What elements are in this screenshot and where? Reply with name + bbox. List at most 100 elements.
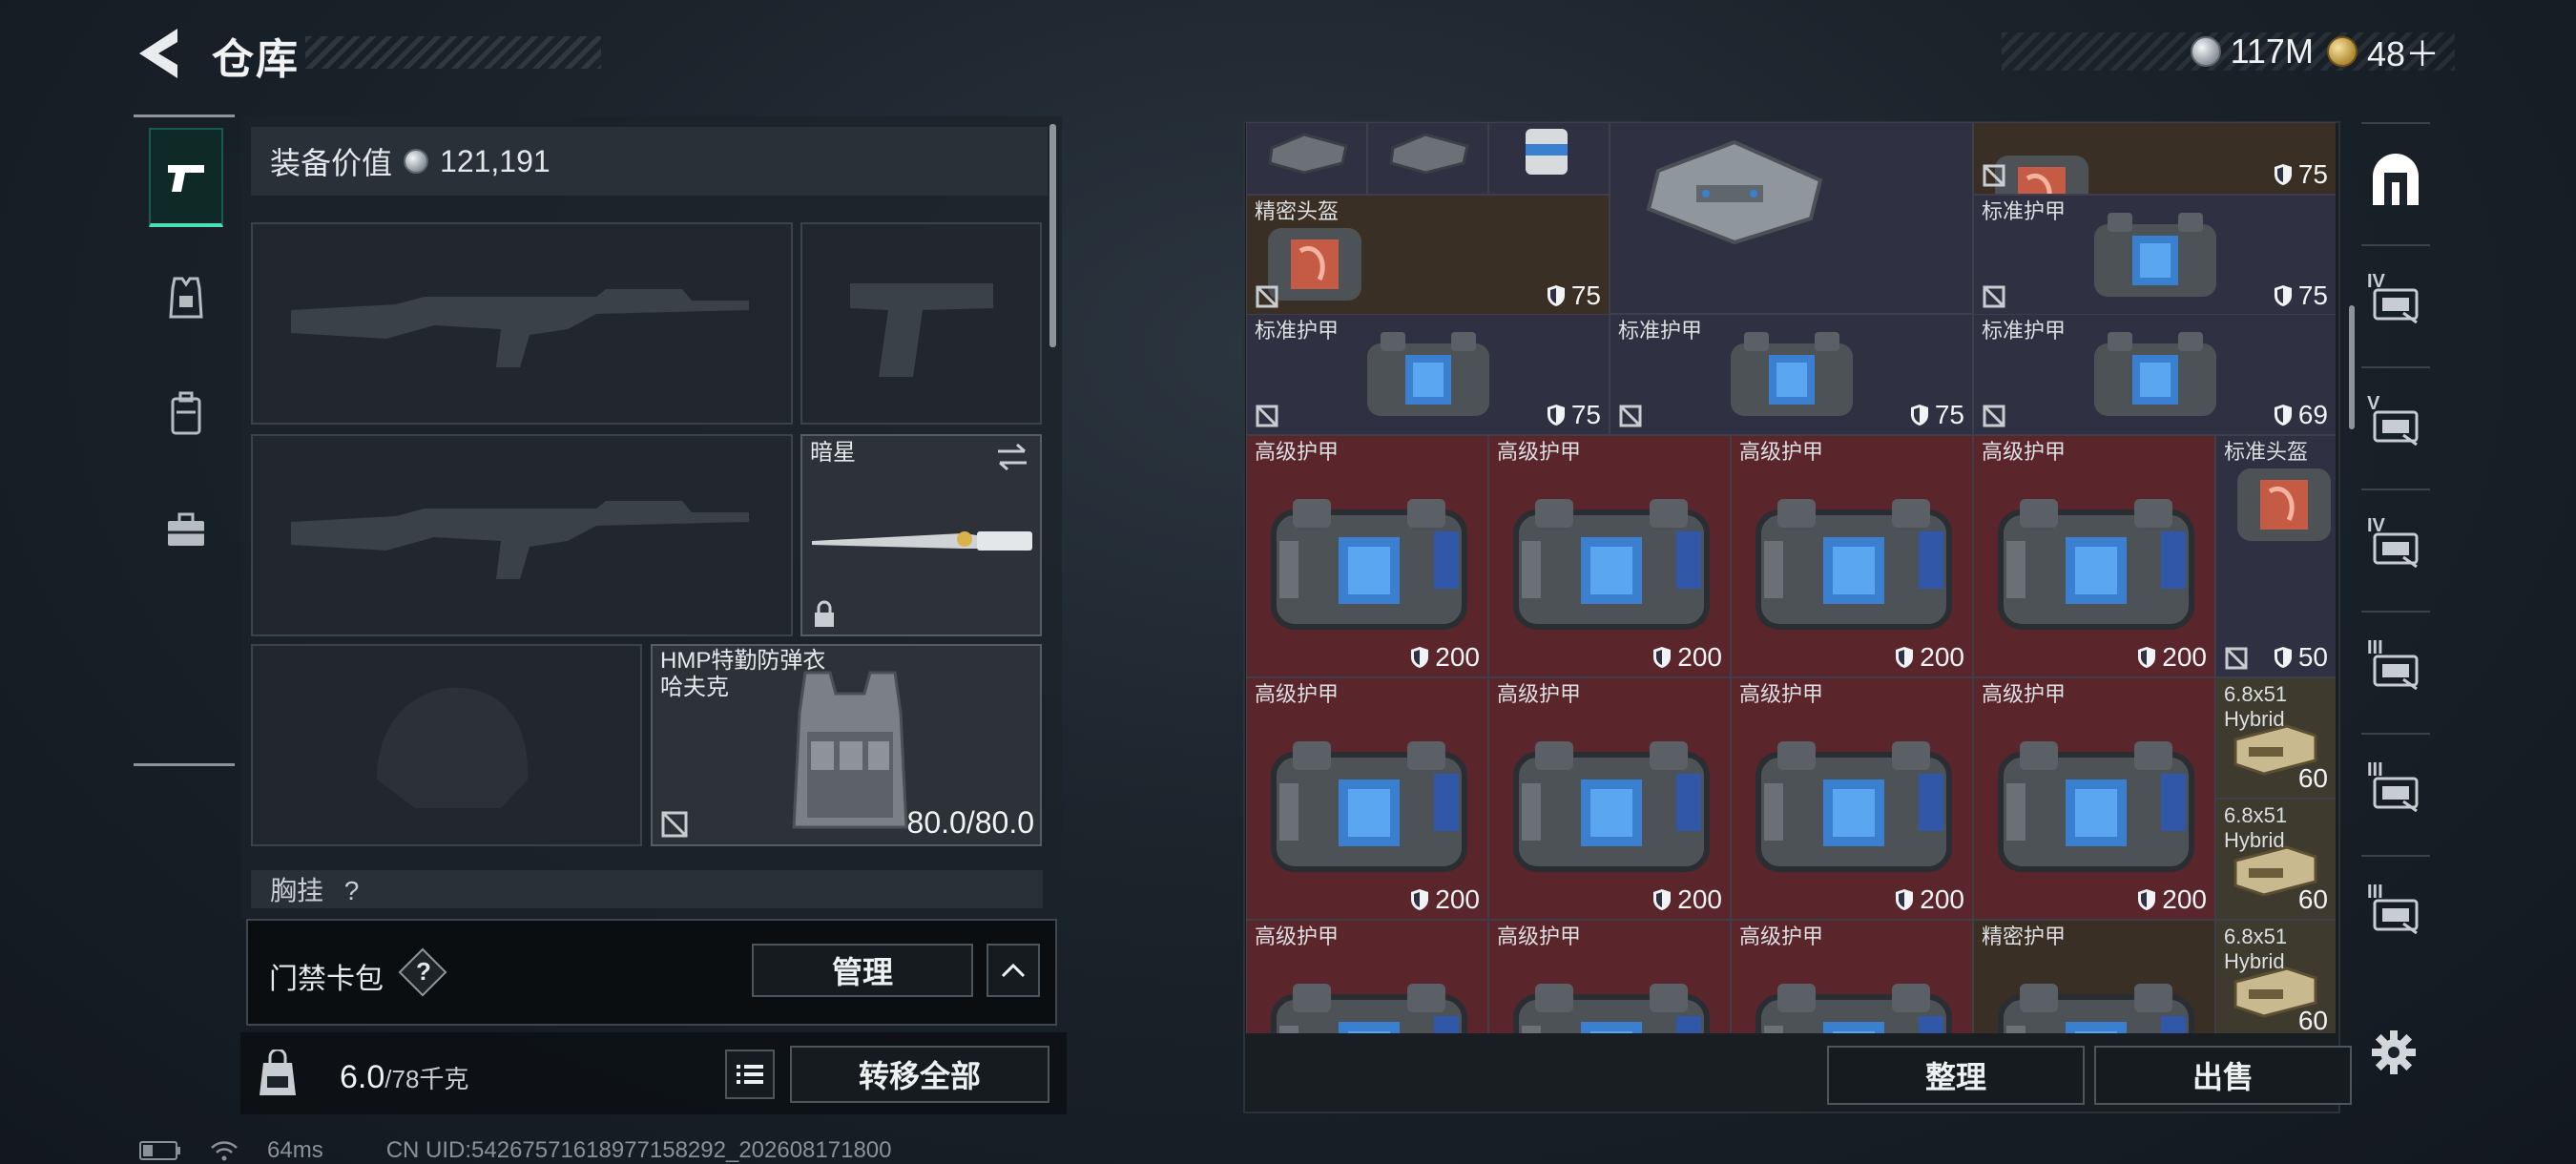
stash-item[interactable]: 高级护甲 200 — [1246, 434, 1488, 677]
stash-item[interactable] — [1367, 122, 1488, 196]
advanced-armor-icon — [1998, 498, 2194, 630]
item-name: 标准护甲 — [1618, 318, 1703, 343]
container-tab[interactable]: III — [2361, 733, 2430, 847]
item-durability: 50 — [2274, 642, 2328, 673]
container-tab[interactable] — [2361, 122, 2430, 237]
item-durability: 75 — [1910, 400, 1964, 430]
uninsured-icon — [2225, 647, 2248, 670]
help-icon-glyph: ? — [416, 957, 431, 986]
uninsured-icon — [661, 811, 688, 838]
stash-item[interactable]: 精密头盔 75 — [1246, 195, 1610, 317]
tab-level: IV — [2367, 271, 2385, 292]
primary-weapon-slot[interactable] — [251, 222, 793, 425]
manage-button[interactable]: 管理 — [752, 944, 973, 997]
stash-item[interactable]: 6.8x51 Hybrid 60 — [2215, 676, 2336, 799]
stash-item[interactable]: 高级护甲 — [1246, 919, 1488, 1033]
collapse-button[interactable] — [987, 944, 1040, 997]
item-name: 精密护甲 — [1982, 924, 2067, 948]
stash-item[interactable]: 高级护甲 200 — [1246, 676, 1488, 920]
container-tab[interactable]: III — [2361, 855, 2430, 969]
item-name: 高级护甲 — [1739, 439, 1824, 464]
stash-item[interactable]: 高级护甲 200 — [1973, 434, 2215, 677]
body-armor-slot[interactable]: HMP特勤防弹衣 哈夫克 80.0/80.0 — [651, 644, 1042, 846]
stash-item[interactable] — [1246, 122, 1367, 196]
title-decoration — [305, 36, 601, 69]
swap-icon[interactable] — [994, 442, 1030, 472]
sell-button[interactable]: 出售 — [2094, 1046, 2352, 1105]
stash-scrollbar[interactable] — [2349, 305, 2355, 429]
transfer-all-button[interactable]: 转移全部 — [790, 1046, 1049, 1103]
stash-item[interactable]: 标准护甲 75 — [1610, 313, 1973, 435]
gear-icon[interactable] — [2370, 1029, 2418, 1076]
stash-item[interactable]: 标准护甲 75 — [1973, 195, 2336, 317]
equipment-value-label: 装备价值 — [270, 146, 393, 180]
list-view-button[interactable] — [725, 1050, 775, 1099]
back-arrow-icon[interactable] — [135, 27, 183, 80]
container-tab[interactable]: IV — [2361, 244, 2430, 359]
stash-item[interactable]: 标准护甲 69 — [1973, 313, 2336, 435]
container-tab[interactable]: V — [2361, 366, 2430, 481]
stash-item[interactable]: 高级护甲 200 — [1731, 676, 1973, 920]
loadout-scrollbar[interactable] — [1049, 124, 1056, 347]
stash-item[interactable] — [1488, 122, 1610, 196]
item-durability: 200 — [1652, 884, 1722, 915]
melee-slot[interactable]: 暗星 — [800, 434, 1042, 636]
loadout-category-sidebar — [134, 114, 239, 773]
uninsured-icon — [1256, 405, 1278, 427]
item-value: 200 — [2162, 641, 2207, 672]
chest-rig-help: ? — [343, 876, 360, 905]
secondary-weapon-slot[interactable] — [251, 434, 793, 636]
stash-item[interactable]: 标准头盔 50 — [2215, 434, 2336, 677]
container-tab[interactable]: III — [2361, 611, 2430, 725]
stash-item[interactable]: 75 — [1973, 122, 2336, 196]
stash-item[interactable]: 6.8x51 Hybrid 60 — [2215, 919, 2336, 1033]
standard-armor-icon — [2094, 331, 2216, 416]
item-value: 75 — [1570, 281, 1601, 311]
item-name: 高级护甲 — [1497, 439, 1582, 464]
standard-armor-icon — [1731, 331, 1853, 416]
tab-armor[interactable] — [149, 248, 223, 347]
advanced-armor-icon — [1755, 740, 1952, 872]
standard-armor-icon — [2094, 213, 2216, 298]
gold-amount: 48＋ — [2366, 34, 2440, 73]
stash-home-icon — [2373, 154, 2419, 205]
stash-item[interactable]: 高级护甲 200 — [1488, 676, 1731, 920]
durability-shield-icon — [2274, 164, 2292, 186]
stash-item[interactable]: 高级护甲 200 — [1488, 434, 1731, 677]
silver-currency[interactable]: 117M — [2190, 31, 2314, 72]
item-value: 75 — [2297, 281, 2328, 311]
item-durability: 75 — [1547, 281, 1601, 311]
sort-button[interactable]: 整理 — [1827, 1046, 2085, 1105]
stash-item[interactable]: 6.8x51 Hybrid 60 — [2215, 798, 2336, 920]
stash-item[interactable]: 高级护甲 — [1488, 919, 1731, 1033]
container-tab[interactable]: IV — [2361, 488, 2430, 603]
stash-item[interactable]: 精密护甲 — [1973, 919, 2215, 1033]
pistol-slot[interactable] — [800, 222, 1042, 425]
durability-shield-icon — [1547, 285, 1565, 307]
keycard-case-row: 门禁卡包 ? 管理 — [246, 919, 1057, 1026]
keycard-label: 门禁卡包 — [269, 964, 384, 995]
stash-item[interactable] — [1610, 122, 1973, 314]
stash-item[interactable]: 高级护甲 — [1731, 919, 1973, 1033]
helmet-slot[interactable] — [251, 644, 642, 846]
stash-item[interactable]: 高级护甲 200 — [1731, 434, 1973, 677]
item-name: 高级护甲 — [1255, 924, 1340, 948]
tab-case[interactable] — [149, 481, 223, 580]
tab-level: III — [2367, 759, 2383, 780]
gold-coin-icon — [2326, 36, 2358, 67]
item-value: 75 — [1934, 399, 1964, 429]
tab-backpack[interactable] — [149, 364, 223, 464]
stash-item[interactable]: 高级护甲 200 — [1973, 676, 2215, 920]
item-name: 高级护甲 — [1255, 439, 1340, 464]
chest-rig-row[interactable]: 胸挂 ? — [251, 870, 1043, 908]
advanced-armor-icon — [1513, 740, 1710, 872]
item-name: 标准护甲 — [1982, 318, 2067, 343]
item-name: 高级护甲 — [1739, 924, 1824, 948]
weight-bar: 6.0/78千克 转移全部 — [240, 1032, 1067, 1114]
tab-weapons[interactable] — [149, 128, 223, 227]
container-tabs-sidebar: IV V IV III III III — [2361, 114, 2438, 1050]
stash-item[interactable]: 标准护甲 75 — [1246, 313, 1610, 435]
gold-currency[interactable]: 48＋ — [2326, 27, 2440, 76]
item-name: 高级护甲 — [1497, 924, 1582, 948]
item-name: 标准护甲 — [1982, 199, 2067, 224]
